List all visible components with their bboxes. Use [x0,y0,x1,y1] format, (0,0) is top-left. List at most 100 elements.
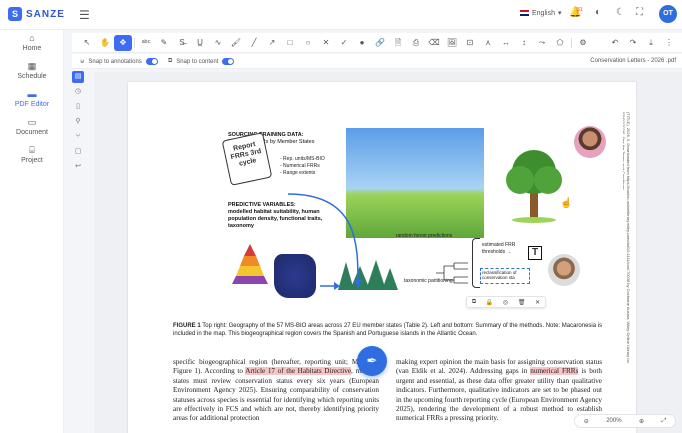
eraser-icon[interactable]: ⌫ [425,35,443,51]
body-right-column: making expert opinion the main basis for… [396,358,602,423]
dendrogram-illustration [436,262,468,284]
toolbar-divider [134,37,135,48]
sidebar-item-schedule[interactable]: ▦ Schedule [0,61,64,80]
pyramid-illustration [232,244,268,284]
measure-icon[interactable]: ⋏ [479,35,497,51]
arrow-line-icon[interactable]: ↗ [263,35,281,51]
hand-pan-icon[interactable]: ✋ [96,35,114,51]
highlighted-text[interactable]: numerical FRRs [530,367,579,376]
attachment-icon[interactable]: ⚲ [72,116,84,128]
signature-fab-button[interactable]: ✒ [357,346,387,376]
snap-bar: ⊍ Snap to annotations ⧉ Snap to content … [72,54,682,69]
pdf-icon: ▬ [27,89,37,99]
fullscreen-icon[interactable]: ⛶ [636,7,643,18]
collaborator-avatar[interactable] [548,254,580,286]
close-icon[interactable]: ✕ [535,299,540,306]
delete-icon[interactable]: 🗑 [518,299,526,306]
logo[interactable]: S SANZE [8,7,65,21]
folder-icon: ▭ [27,117,37,127]
history-icon[interactable]: ◷ [72,86,84,98]
logo-mark: S [8,7,22,21]
zoom-level[interactable]: 200% [606,418,621,424]
magnet-icon: ⊍ [80,59,85,65]
rectangle-icon[interactable]: □ [281,35,299,51]
sidebar-item-document[interactable]: ▭ Document [0,117,64,136]
text-tool-icon[interactable]: T [528,246,542,260]
pen-icon[interactable]: ✎ [155,35,173,51]
user-avatar[interactable]: OT [659,5,677,23]
figure-caption: FIGURE 1 Top right: Geography of the 57 … [173,322,603,338]
snap-content-control[interactable]: ⧉ Snap to content [168,58,235,65]
comment-icon[interactable]: ▢ [72,146,84,158]
undo-icon[interactable]: ↶ [606,35,624,51]
sidebar-item-label: Project [21,157,43,164]
polyline-icon[interactable]: ⤳ [533,35,551,51]
width-icon[interactable]: ↔ [497,35,515,51]
highlighted-text[interactable]: Article 17 of the Habitats Directive [245,367,352,376]
underline-icon[interactable]: U̲ [191,35,209,51]
thumbnails-icon[interactable]: ▤ [72,71,84,83]
lock-icon[interactable]: 🔒 [486,299,493,306]
settings-gear-icon[interactable]: ⚙ [574,35,592,51]
sidebar-item-home[interactable]: ⌂ Home [0,33,64,52]
body-left-column: specific biogeographical region (hereaft… [173,358,379,423]
caption-text: Top right: Geography of the 57 MS-BIO ar… [173,323,603,337]
reclassification-textbox[interactable]: reclassification of conservation sta [480,268,530,284]
toolbar-right-group: ↶ ↷ ⤓ ⋮ [606,35,678,51]
stamp-icon[interactable]: ⎙ [407,35,425,51]
home-icon: ⌂ [29,33,35,43]
height-icon[interactable]: ↕ [515,35,533,51]
fit-page-icon[interactable]: ⤢ [661,418,666,425]
uk-flag-icon [520,10,529,16]
moon-icon[interactable]: ☾ [616,7,625,18]
more-icon[interactable]: ⋮ [660,35,678,51]
download-icon[interactable]: ⤓ [642,35,660,51]
snap-content-toggle[interactable] [222,58,235,65]
dot-icon[interactable]: ● [353,35,371,51]
logo-text: SANZE [26,8,65,20]
content-icon: ⧉ [168,58,173,64]
collaborator-avatar[interactable] [574,126,606,158]
snap-annotations-control[interactable]: ⊍ Snap to annotations [80,58,158,65]
figure-list-item: - Numerical FRRs [280,163,320,169]
sidebar-item-pdf-editor[interactable]: ▬ PDF Editor [0,89,64,108]
chevron-down-icon: ▾ [557,10,562,17]
hamburger-menu-icon[interactable]: ☰ [79,8,90,22]
strikethrough-icon[interactable]: S̶ [173,35,191,51]
layers-icon[interactable]: ⑂ [72,131,84,143]
file-icon[interactable]: 🗎 [389,35,407,51]
side-tool-strip: ▤ ◷ ▯ ⚲ ⑂ ▢ ↩ [72,71,86,176]
toolbar-divider [571,37,572,48]
document-filename: Conservation Letters - 2026 .pdf [590,58,676,64]
cross-icon[interactable]: ✕ [317,35,335,51]
crop-icon[interactable]: ⊡ [461,35,479,51]
select-arrow-icon[interactable]: ↖ [78,35,96,51]
circle-icon[interactable]: ○ [299,35,317,51]
sidebar-item-project[interactable]: ⌸ Project [0,145,64,164]
style-icon[interactable]: ◎ [503,299,508,306]
move-icon[interactable]: ✥ [114,34,132,51]
polygon-icon[interactable]: ⬠ [551,35,569,51]
bookmark-icon[interactable]: ▯ [72,101,84,113]
text-abc-icon[interactable]: ᵃᵇᶜ [137,35,155,51]
link-icon[interactable]: 🔗 [371,35,389,51]
editor-toolbar: ↖ ✋ ✥ ᵃᵇᶜ ✎ S̶ U̲ ∿ 🖌 ╱ ↗ □ ○ ✕ ✓ ● 🔗 🗎 … [72,33,682,53]
snap-annotations-toggle[interactable] [145,58,158,65]
figure-list-item: - Rep. units/MS-BIO [280,156,325,162]
line-icon[interactable]: ╱ [245,35,263,51]
language-label: English [532,9,555,17]
palette-icon[interactable]: ◐ [595,7,601,18]
squiggle-icon[interactable]: ∿ [209,35,227,51]
back-icon[interactable]: ↩ [72,161,84,173]
check-icon[interactable]: ✓ [335,35,353,51]
language-selector[interactable]: English ▾ [520,9,561,17]
app-root: S SANZE ☰ English ▾ 🔔 31 ◐ ☾ ⛶ OT ⌂ Home… [0,0,682,433]
redo-icon[interactable]: ↷ [624,35,642,51]
zoom-out-icon[interactable]: ⊖ [584,418,589,425]
copy-icon[interactable]: ⧉ [472,299,476,306]
notification-badge: 31 [577,7,583,13]
zoom-in-icon[interactable]: ⊕ [639,418,644,425]
image-icon[interactable]: 🖼 [443,35,461,51]
brush-icon[interactable]: 🖌 [227,35,245,51]
snap-content-label: Snap to content [176,58,219,65]
